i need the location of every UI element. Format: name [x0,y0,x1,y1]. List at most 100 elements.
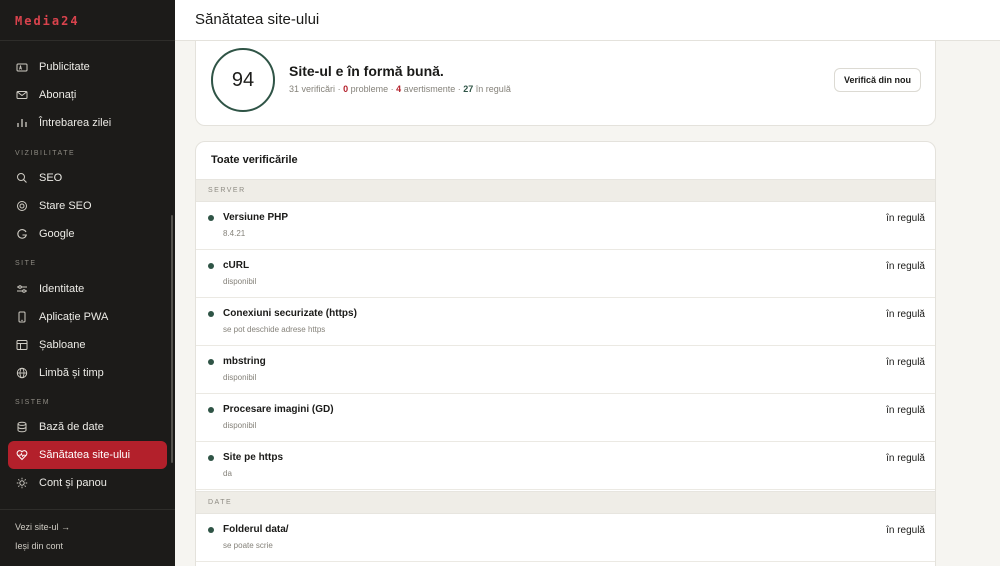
sidebar-item-label: Limbă și timp [39,367,104,379]
sidebar-item-abonati[interactable]: Abonați [8,81,167,109]
check-status: în regulă [886,357,925,368]
warnings-label: avertismente [403,84,456,94]
sidebar-item-cont-si-panou[interactable]: Cont și panou [8,469,167,497]
bar-chart-icon [16,117,28,129]
check-row[interactable]: Folderul data/ se poate scrie în regulă [196,514,935,562]
sidebar-item-label: Șabloane [39,339,86,351]
sidebar-item-sanatatea-site-ului[interactable]: Sănătatea site-ului [8,441,167,469]
sidebar: Media24 Publicitate Abonați Întrebarea z… [0,0,175,566]
status-ok-dot [208,263,214,269]
separator: · [337,84,341,94]
check-row[interactable]: Site pe https da în regulă [196,442,935,490]
heart-pulse-icon [16,449,28,461]
sidebar-item-label: Sănătatea site-ului [39,449,131,461]
status-ok-dot [208,215,214,221]
ok-count: 27 [463,84,474,94]
sidebar-nav: Publicitate Abonați Întrebarea zilei VIZ… [0,41,175,509]
sidebar-item-seo[interactable]: SEO [8,164,167,192]
sidebar-item-limba-si-timp[interactable]: Limbă și timp [8,359,167,387]
sidebar-item-intrebarea-zilei[interactable]: Întrebarea zilei [8,109,167,137]
top-bar: Sănătatea site-ului [175,0,1000,41]
status-ok-dot [208,455,214,461]
ok-label: în regulă [475,84,511,94]
health-score-title: Site-ul e în formă bună. [289,63,444,79]
globe-icon [16,367,28,379]
check-status: în regulă [886,261,925,272]
check-row[interactable]: Conexiuni securizate (https) se pot desc… [196,298,935,346]
warnings-count: 4 [396,84,402,94]
status-ok-dot [208,527,214,533]
check-status: în regulă [886,405,925,416]
check-status: în regulă [886,525,925,536]
target-icon [16,200,28,212]
check-status: în regulă [886,213,925,224]
check-name: Procesare imagini (GD) [223,404,334,415]
check-name: Conexiuni securizate (https) [223,308,357,319]
sidebar-item-label: Întrebarea zilei [39,117,112,129]
app-logo[interactable]: Media24 [0,0,175,41]
recheck-button[interactable]: Verifică din nou [833,68,921,92]
status-ok-dot [208,311,214,317]
sidebar-item-aplicatie-pwa[interactable]: Aplicație PWA [8,303,167,331]
checks-panel-title: Toate verificările [211,154,298,166]
google-icon [16,228,28,240]
ad-icon [16,61,28,73]
view-site-link[interactable]: Vezi site-ul → [15,522,70,532]
check-detail: disponibil [223,373,257,382]
checks-label: verificări [301,84,336,94]
page-title: Sănătatea site-ului [195,11,320,28]
checks-panel: Toate verificările SERVER Versiune PHP 8… [195,141,936,566]
sidebar-item-label: Cont și panou [39,477,107,489]
group-header-date: DATE [196,491,935,514]
check-name: Site pe https [223,452,284,463]
partial-icon [15,41,27,44]
phone-icon [16,311,28,323]
sidebar-item-label: Identitate [39,283,85,295]
check-row[interactable]: cURL disponibil în regulă [196,250,935,298]
sidebar-item-label: Google [39,228,75,240]
identity-icon [16,283,28,295]
mail-icon [16,89,28,101]
database-icon [16,421,28,433]
check-detail: disponibil [223,421,257,430]
logout-link[interactable]: Ieși din cont [15,541,63,551]
check-name: Versiune PHP [223,212,289,223]
section-label-sistem: SISTEM [15,399,51,406]
check-detail: disponibil [223,277,257,286]
sidebar-item-label: Aplicație PWA [39,311,109,323]
check-row[interactable]: mbstring disponibil în regulă [196,346,935,394]
check-detail: 8.4.21 [223,229,246,238]
sidebar-item-baza-de-date[interactable]: Bază de date [8,413,167,441]
sidebar-item-google[interactable]: Google [8,220,167,248]
sidebar-item-publicitate[interactable]: Publicitate [8,53,167,81]
sidebar-item-sabloane[interactable]: Șabloane [8,331,167,359]
status-ok-dot [208,407,214,413]
check-detail: se poate scrie [223,541,273,550]
check-name: mbstring [223,356,266,367]
section-label-site: SITE [15,260,37,267]
check-name: Folderul data/ [223,524,289,535]
sidebar-item-label: SEO [39,172,63,184]
health-score-summary: 31 verificări · 0 probleme · 4 avertisme… [289,84,511,94]
separator: · [457,84,461,94]
check-detail: da [223,469,232,478]
sidebar-item-label: Publicitate [39,61,90,73]
sidebar-item-stare-seo[interactable]: Stare SEO [8,192,167,220]
health-score-card: 94 Site-ul e în formă bună. 31 verificăr… [195,30,936,126]
check-detail: se pot deschide adrese https [223,325,326,334]
section-label-vizibilitate: VIZIBILITATE [15,150,76,157]
check-status: în regulă [886,309,925,320]
sidebar-item-identitate[interactable]: Identitate [8,275,167,303]
sun-icon [16,477,28,489]
health-score-ring: 94 [211,48,275,112]
sidebar-scrollbar[interactable] [171,215,173,463]
check-row[interactable]: Versiune PHP 8.4.21 în regulă [196,202,935,250]
sidebar-item-label: Abonați [39,89,77,101]
status-ok-dot [208,359,214,365]
check-row[interactable]: Procesare imagini (GD) disponibil în reg… [196,394,935,442]
problems-label: probleme [350,84,389,94]
sidebar-item-label: Stare SEO [39,200,92,212]
problems-count: 0 [343,84,349,94]
group-header-server: SERVER [196,179,935,202]
check-status: în regulă [886,453,925,464]
